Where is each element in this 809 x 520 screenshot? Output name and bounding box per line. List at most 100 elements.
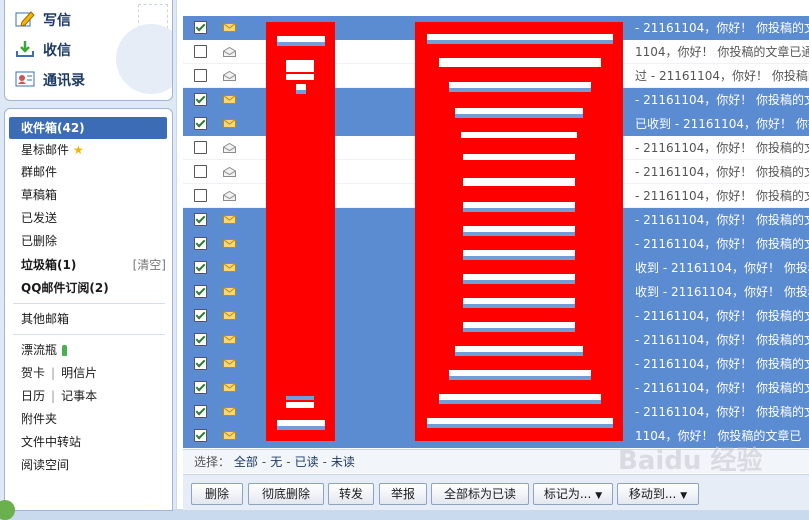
star-icon: ★ [73,143,84,157]
row-checkbox[interactable] [194,93,207,106]
row-checkbox[interactable] [194,69,207,82]
email-snippet: - 21161104，你好！ 你投稿的文 [635,213,809,227]
baidu-watermark: Baidu 经验 [618,446,763,476]
notepad-link[interactable]: 记事本 [61,389,97,403]
clear-spam-link[interactable]: [清空] [133,254,166,276]
folder-sent[interactable]: 已发送 [5,207,172,229]
row-checkbox[interactable] [194,165,207,178]
calendar-link[interactable]: 日历 [21,389,45,403]
app-attachments[interactable]: 附件夹 [5,408,172,430]
row-checkbox[interactable] [194,45,207,58]
email-snippet: - 21161104，你好！ 你投稿的文 [635,357,809,371]
row-checkbox[interactable] [194,141,207,154]
row-checkbox[interactable] [194,333,207,346]
unread-envelope-icon [223,263,236,272]
folder-other-mailboxes[interactable]: 其他邮箱 [5,308,172,330]
delete-button[interactable]: 删除 [191,483,243,505]
dash: - [261,455,267,469]
redaction-stroke [449,88,591,92]
app-drift-bottle[interactable]: 漂流瓶 [5,339,172,361]
report-button[interactable]: 举报 [379,483,427,505]
mark-all-read-button[interactable]: 全部标为已读 [431,483,529,505]
row-checkbox[interactable] [194,381,207,394]
row-checkbox[interactable] [194,357,207,370]
redaction-stroke [463,256,575,260]
select-all-link[interactable]: 全部 [234,455,258,469]
purge-button[interactable]: 彻底删除 [248,483,324,505]
unread-envelope-icon [223,383,236,392]
row-checkbox[interactable] [194,189,207,202]
redaction-stroke [463,154,575,160]
dash: - [286,455,291,469]
select-read-link[interactable]: 已读 [295,455,319,469]
app-cards-row: 贺卡 | 明信片 [5,362,172,384]
email-snippet: - 21161104，你好！ 你投稿的文章 [635,141,809,155]
folder-inbox[interactable]: 收件箱(42) [9,117,167,139]
row-checkbox[interactable] [194,21,207,34]
move-to-dropdown[interactable]: 移动到... ▼ [617,483,699,505]
folder-deleted[interactable]: 已删除 [5,230,172,252]
app-reading-space[interactable]: 阅读空间 [5,454,172,476]
row-checkbox[interactable] [194,117,207,130]
folder-subscriptions[interactable]: QQ邮件订阅(2) [5,277,172,299]
download-arrow-icon [15,40,35,58]
mark-as-dropdown[interactable]: 标记为... ▼ [533,483,613,505]
mark-as-label: 标记为... [543,487,592,501]
drift-bottle-label: 漂流瓶 [21,343,58,357]
address-book-icon [15,70,35,88]
app-calendar-row: 日历 | 记事本 [5,385,172,407]
compose-label: 写信 [43,13,71,29]
greeting-card-link[interactable]: 贺卡 [21,366,45,380]
redaction-stroke [439,58,601,67]
forward-button[interactable]: 转发 [328,483,374,505]
read-envelope-icon [223,71,236,81]
compose-button[interactable]: 写信 [15,8,71,34]
email-snippet: - 21161104，你好！ 你投稿的文 [635,189,809,203]
row-checkbox[interactable] [194,213,207,226]
unread-envelope-icon [223,311,236,320]
folder-drafts[interactable]: 草稿箱 [5,184,172,206]
row-checkbox[interactable] [194,285,207,298]
select-unread-link[interactable]: 未读 [331,455,355,469]
redaction-stroke [463,208,575,212]
redaction-stroke [455,114,583,118]
redaction-stroke [277,42,325,46]
contacts-label: 通讯录 [43,73,85,89]
row-checkbox[interactable] [194,261,207,274]
unread-envelope-icon [223,359,236,368]
separator-pipe: | [51,366,56,380]
row-checkbox[interactable] [194,237,207,250]
redaction-stroke [286,396,314,400]
unread-envelope-icon [223,287,236,296]
email-snippet: 收到 - 21161104，你好！ 你投稿 [635,261,809,275]
redaction-stroke [455,352,583,356]
redaction-block [266,22,335,441]
row-checkbox[interactable] [194,405,207,418]
pencil-icon [15,10,35,28]
folder-starred-label: 星标邮件 [21,143,70,157]
postcard-link[interactable]: 明信片 [61,366,97,380]
row-checkbox[interactable] [194,429,207,442]
move-to-label: 移动到... [628,487,677,501]
inbox-nav-button[interactable]: 收信 [15,38,71,64]
folder-spam[interactable]: 垃圾箱(1) [清空] [5,254,172,276]
redaction-stroke [439,400,601,404]
unread-envelope-icon [223,239,236,248]
chevron-down-icon: ▼ [680,491,688,501]
unread-envelope-icon [223,431,236,440]
row-checkbox[interactable] [194,309,207,322]
email-snippet: - 21161104，你好！ 你投稿的文 [635,333,809,347]
folder-group[interactable]: 群邮件 [5,161,172,183]
folder-starred[interactable]: 星标邮件 ★ [5,139,172,161]
email-snippet: - 21161104，你好！ 你投稿的文章已 [635,21,809,35]
app-file-transfer[interactable]: 文件中转站 [5,431,172,453]
redaction-stroke [427,424,613,428]
contacts-button[interactable]: 通讯录 [15,68,85,94]
select-none-link[interactable]: 无 [270,455,282,469]
email-snippet: - 21161104，你好！ 你投稿的文章 [635,93,809,107]
bottle-icon [62,345,68,356]
read-envelope-icon [223,47,236,57]
dash: - [322,455,327,469]
unread-envelope-icon [223,407,236,416]
redaction-stroke [427,40,613,44]
